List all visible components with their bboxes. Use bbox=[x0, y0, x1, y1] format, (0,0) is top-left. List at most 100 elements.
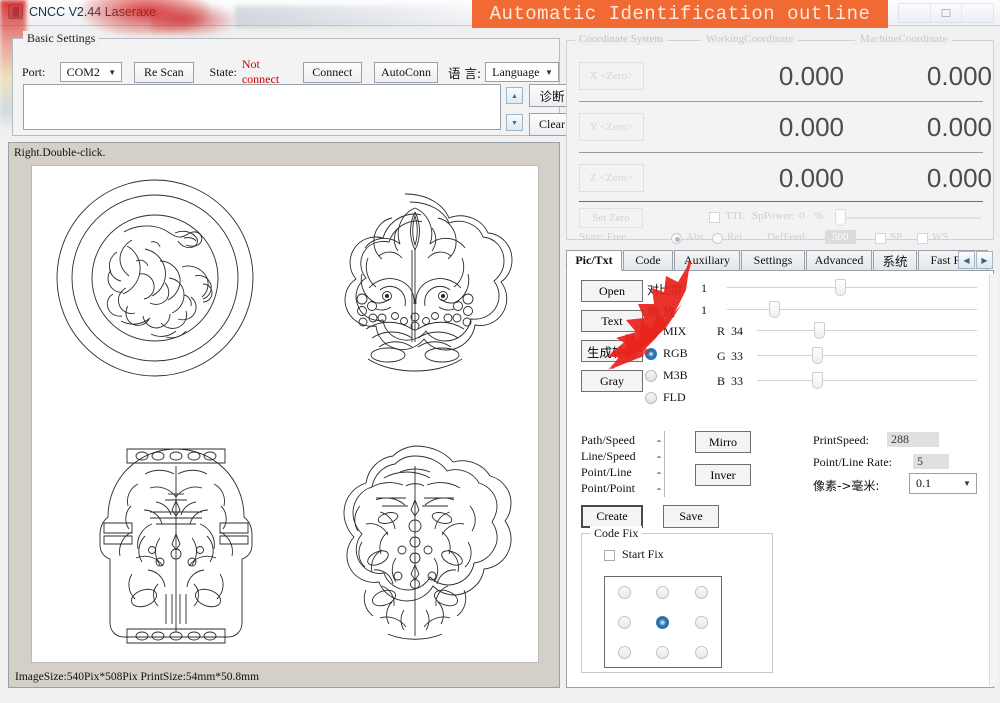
pixel-to-mm-select[interactable]: 0.1 ▼ bbox=[909, 473, 977, 494]
preview-canvas[interactable] bbox=[31, 165, 539, 663]
start-fix-label: Start Fix bbox=[622, 547, 664, 562]
sppower-slider-thumb[interactable] bbox=[835, 209, 846, 226]
origin-radio-top-center[interactable] bbox=[656, 586, 669, 599]
x-zero-button[interactable]: X <Zero> bbox=[579, 62, 644, 90]
contrast-slider-thumb[interactable] bbox=[835, 279, 846, 296]
image-preview-panel[interactable]: Right.Double-click. bbox=[8, 142, 560, 688]
scale-slider-track[interactable] bbox=[727, 309, 977, 310]
deffeed-label: DefFeed bbox=[767, 231, 805, 243]
x-working-value: 0.000 bbox=[644, 61, 844, 92]
z-machine-value: 0.000 bbox=[844, 163, 992, 194]
basic-settings-group: Basic Settings Port: COM2 ▼ Re Scan Stat… bbox=[12, 38, 560, 136]
printspeed-value[interactable]: 288 bbox=[887, 432, 939, 447]
sppower-value: 0 bbox=[799, 210, 805, 222]
origin-radio-top-left[interactable] bbox=[618, 586, 631, 599]
x-machine-value: 0.000 bbox=[844, 61, 992, 92]
tab-auxiliary[interactable]: Auxiliary bbox=[674, 250, 740, 271]
pixel-to-mm-value: 0.1 bbox=[916, 476, 931, 491]
mode-rgb-radio[interactable] bbox=[645, 348, 657, 360]
tab-scroll-right-button[interactable]: ▶ bbox=[976, 251, 993, 269]
open-button[interactable]: Open bbox=[581, 280, 643, 302]
blue-slider-thumb[interactable] bbox=[812, 372, 823, 389]
sp-label: SP bbox=[890, 231, 902, 243]
green-slider-track[interactable] bbox=[757, 355, 977, 356]
pointline-rate-value[interactable]: 5 bbox=[913, 454, 949, 469]
tab-code[interactable]: Code bbox=[623, 250, 673, 271]
rescan-button[interactable]: Re Scan bbox=[134, 62, 193, 83]
origin-radio-bottom-left[interactable] bbox=[618, 646, 631, 659]
mode-rgb-label: RGB bbox=[663, 346, 688, 361]
origin-radio-center[interactable] bbox=[656, 616, 669, 629]
dragon-medallion bbox=[57, 180, 253, 376]
machine-control-row-2: State: Free Abs Rel DefFeed 500 SP WS bbox=[567, 229, 995, 249]
tab-advanced[interactable]: Advanced bbox=[806, 250, 872, 271]
mode-m3b-radio[interactable] bbox=[645, 370, 657, 382]
origin-radio-bottom-right[interactable] bbox=[695, 646, 708, 659]
connect-button[interactable]: Connect bbox=[303, 62, 362, 83]
green-slider-thumb[interactable] bbox=[812, 347, 823, 364]
window-controls[interactable] bbox=[898, 3, 994, 23]
chevron-down-icon: ▼ bbox=[542, 68, 556, 77]
origin-radio-middle-right[interactable] bbox=[695, 616, 708, 629]
create-button[interactable]: Create bbox=[581, 505, 643, 528]
blue-slider-track[interactable] bbox=[757, 380, 977, 381]
deffeed-input[interactable]: 500 bbox=[825, 230, 856, 244]
line-speed-value: - bbox=[657, 449, 661, 464]
contrast-value: 1 bbox=[701, 281, 707, 296]
scale-slider-thumb[interactable] bbox=[769, 301, 780, 318]
code-fix-origin-grid[interactable] bbox=[604, 576, 722, 668]
inver-button[interactable]: Inver bbox=[695, 464, 751, 486]
basic-settings-legend: Basic Settings bbox=[23, 31, 99, 46]
ws-checkbox[interactable] bbox=[917, 233, 928, 244]
tab-bar[interactable]: Pic/Txt Code Auxiliary Settings Advanced… bbox=[566, 250, 994, 271]
port-select[interactable]: COM2 ▼ bbox=[60, 62, 123, 82]
origin-radio-top-right[interactable] bbox=[695, 586, 708, 599]
path-speed-label: Path/Speed bbox=[581, 433, 635, 448]
sppower-slider-track[interactable] bbox=[839, 217, 981, 219]
log-scroll-up-button[interactable]: ▲ bbox=[506, 87, 523, 104]
close-button[interactable] bbox=[962, 4, 993, 22]
mirro-button[interactable]: Mirro bbox=[695, 431, 751, 453]
language-select-value: Language bbox=[492, 65, 539, 80]
language-select[interactable]: Language ▼ bbox=[485, 62, 559, 82]
red-slider-track[interactable] bbox=[757, 330, 977, 331]
pic-txt-panel: Open Text 生成轮廓 Gray 对比度 缩 放 MIX RGB M3B … bbox=[566, 270, 994, 688]
tab-system[interactable]: 系统 bbox=[873, 250, 917, 271]
mode-fld-radio[interactable] bbox=[645, 392, 657, 404]
mode-mix-radio[interactable] bbox=[645, 326, 657, 338]
minimize-button[interactable] bbox=[899, 4, 931, 22]
red-label: R bbox=[717, 324, 725, 339]
coordinate-row-z: Z <Zero> 0.000 0.000 bbox=[567, 153, 995, 203]
mode-mix-label: MIX bbox=[663, 324, 686, 339]
maximize-button[interactable] bbox=[931, 4, 963, 22]
sp-checkbox[interactable] bbox=[875, 233, 886, 244]
text-button[interactable]: Text bbox=[581, 310, 643, 332]
tab-scroll-left-button[interactable]: ◀ bbox=[958, 251, 975, 269]
log-textarea[interactable] bbox=[23, 84, 501, 130]
autoconn-button[interactable]: AutoConn bbox=[374, 62, 438, 83]
coordinate-row-x: X <Zero> 0.000 0.000 bbox=[567, 51, 995, 101]
red-slider-thumb[interactable] bbox=[814, 322, 825, 339]
rel-radio[interactable] bbox=[712, 233, 723, 244]
contrast-slider-track[interactable] bbox=[727, 287, 977, 288]
scale-label: 缩 放 bbox=[647, 303, 675, 320]
language-label: 语 言: bbox=[448, 63, 481, 82]
scale-value: 1 bbox=[701, 303, 707, 318]
ttl-checkbox[interactable] bbox=[709, 212, 720, 223]
panel-scrollbar[interactable] bbox=[989, 274, 998, 686]
generate-outline-button[interactable]: 生成轮廓 bbox=[581, 340, 643, 362]
origin-radio-middle-left[interactable] bbox=[618, 616, 631, 629]
save-button[interactable]: Save bbox=[663, 505, 719, 528]
point-point-value: - bbox=[657, 481, 661, 496]
z-zero-button[interactable]: Z <Zero> bbox=[579, 164, 644, 192]
set-zero-button[interactable]: Set Zero bbox=[579, 208, 643, 228]
start-fix-checkbox[interactable] bbox=[604, 550, 615, 561]
tab-pic-txt[interactable]: Pic/Txt bbox=[566, 250, 622, 271]
origin-radio-bottom-center[interactable] bbox=[656, 646, 669, 659]
gray-button[interactable]: Gray bbox=[581, 370, 643, 392]
y-zero-button[interactable]: Y <Zero> bbox=[579, 113, 644, 141]
mode-m3b-label: M3B bbox=[663, 368, 688, 383]
tab-settings[interactable]: Settings bbox=[741, 250, 805, 271]
abs-radio[interactable] bbox=[671, 233, 682, 244]
log-scroll-down-button[interactable]: ▼ bbox=[506, 114, 523, 131]
